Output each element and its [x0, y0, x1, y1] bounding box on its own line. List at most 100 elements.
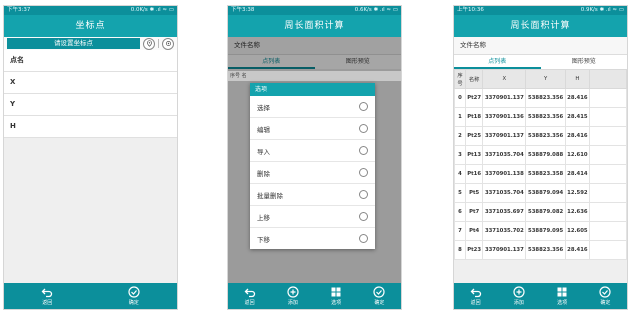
- table-cell: 538879.094: [525, 183, 566, 203]
- back-arrow-icon: [244, 288, 255, 298]
- back-arrow-icon: [41, 288, 53, 298]
- back-label: 返回: [470, 300, 481, 306]
- confirm-label: 确定: [600, 300, 611, 306]
- table-header: 序号 名: [228, 71, 401, 81]
- radio-icon[interactable]: [359, 102, 368, 111]
- h-field[interactable]: H: [4, 116, 177, 138]
- confirm-button[interactable]: 确定: [599, 286, 611, 306]
- check-circle-icon: [373, 286, 385, 298]
- tab-bar: 点列表 图形预览: [454, 55, 627, 69]
- option-move-down[interactable]: 下移: [250, 228, 375, 249]
- bottom-toolbar: 返回 确定: [4, 283, 177, 309]
- confirm-button[interactable]: 确定: [128, 286, 140, 306]
- table-cell: Pt27: [464, 88, 484, 108]
- check-circle-icon: [599, 286, 611, 298]
- phone-screen-coordinate-point: 下午3:37 0.0K/s ✱ .ıl ≈ ▭ 坐标点 请设置坐标点 点名 X …: [4, 6, 177, 309]
- x-field[interactable]: X: [4, 72, 177, 94]
- back-label: 返回: [42, 300, 53, 306]
- table-row[interactable]: 1 Pt18 3370901.136 538823.356 28.415: [454, 107, 627, 127]
- table-row[interactable]: 0 Pt27 3370901.137 538823.356 28.416: [454, 88, 627, 108]
- table-row[interactable]: 2 Pt25 3370901.137 538823.356 28.416: [454, 126, 627, 146]
- point-name-field[interactable]: 点名: [4, 50, 177, 72]
- table-cell: 2: [454, 126, 466, 146]
- status-time: 下午3:38: [231, 7, 255, 13]
- status-indicators: 0.6K/s ✱ .ıl ≈ ▭: [354, 7, 398, 13]
- add-button[interactable]: 添加: [513, 286, 525, 306]
- status-time: 下午3:37: [7, 7, 31, 13]
- add-button[interactable]: 添加: [287, 286, 299, 306]
- table-cell: 6: [454, 202, 466, 222]
- status-bar: 下午3:37 0.0K/s ✱ .ıl ≈ ▭: [4, 6, 177, 15]
- option-select[interactable]: 选择: [250, 96, 375, 118]
- table-cell-empty: [589, 240, 627, 260]
- table-cell: Pt5: [464, 183, 484, 203]
- set-point-button[interactable]: 请设置坐标点: [7, 38, 140, 49]
- table-cell: 8: [454, 240, 466, 260]
- table-cell: Pt18: [464, 107, 484, 127]
- table-cell: 12.636: [564, 202, 591, 222]
- option-delete[interactable]: 删除: [250, 162, 375, 184]
- location-pin-icon: [146, 40, 152, 47]
- set-point-bar: 请设置坐标点: [4, 37, 177, 50]
- table-cell-empty: [589, 88, 627, 108]
- column-header: X: [482, 69, 527, 89]
- location-pin-button[interactable]: [143, 37, 155, 50]
- confirm-button[interactable]: 确定: [373, 286, 385, 306]
- table-cell: 3370901.137: [482, 126, 527, 146]
- radio-icon[interactable]: [359, 212, 368, 221]
- radio-icon[interactable]: [359, 190, 368, 199]
- table-cell: 3370901.137: [482, 88, 527, 108]
- table-cell: Pt25: [464, 126, 484, 146]
- column-header: 序号: [454, 69, 466, 89]
- table-cell-empty: [589, 145, 627, 165]
- table-row[interactable]: 6 Pt7 3371035.697 538879.082 12.636: [454, 202, 627, 222]
- table-row[interactable]: 8 Pt23 3370901.137 538823.356 28.416: [454, 240, 627, 260]
- status-bar: 上午10:36 0.9K/s ✱ .ıl ≈ ▭: [454, 6, 627, 15]
- table-cell: 28.415: [564, 107, 591, 127]
- radio-icon[interactable]: [359, 146, 368, 155]
- options-label: 选项: [557, 300, 568, 306]
- tab-graphic-preview[interactable]: 图形预览: [541, 55, 628, 69]
- table-row[interactable]: 5 Pt5 3371035.704 538879.094 12.592: [454, 183, 627, 203]
- table-cell: Pt16: [464, 164, 484, 184]
- table-cell: 3371035.697: [482, 202, 527, 222]
- option-move-up[interactable]: 上移: [250, 206, 375, 228]
- option-import[interactable]: 导入: [250, 140, 375, 162]
- table-body: 0 Pt27 3370901.137 538823.356 28.416 1 Pt18 337…: [454, 88, 627, 260]
- radio-icon[interactable]: [359, 234, 368, 243]
- add-label: 添加: [287, 300, 298, 306]
- select-point-button[interactable]: [162, 37, 174, 50]
- option-label: 下移: [257, 235, 270, 244]
- add-label: 添加: [513, 300, 524, 306]
- confirm-label: 确定: [128, 300, 139, 306]
- option-batch-delete[interactable]: 批量删除: [250, 184, 375, 206]
- table-cell: 538823.356: [525, 107, 566, 127]
- option-edit[interactable]: 编辑: [250, 118, 375, 140]
- table-row[interactable]: 4 Pt16 3370901.138 538823.358 28.414: [454, 164, 627, 184]
- table-row[interactable]: 7 Pt4 3371035.702 538879.095 12.605: [454, 221, 627, 241]
- back-button[interactable]: 返回: [41, 286, 53, 306]
- table-cell: 3371035.704: [482, 145, 527, 165]
- option-label: 编辑: [257, 125, 270, 134]
- table-cell: 12.592: [564, 183, 591, 203]
- page-title: 周长面积计算: [228, 15, 401, 37]
- radio-icon[interactable]: [359, 168, 368, 177]
- options-button[interactable]: 选项: [330, 286, 342, 306]
- status-indicators: 0.0K/s ✱ .ıl ≈ ▭: [130, 7, 174, 13]
- phone-screen-point-table: 上午10:36 0.9K/s ✱ .ıl ≈ ▭ 周长面积计算 文件名称 点列表…: [454, 6, 627, 309]
- tab-point-list[interactable]: 点列表: [454, 55, 541, 69]
- option-label: 导入: [257, 147, 270, 156]
- options-button[interactable]: 选项: [556, 286, 568, 306]
- table-cell: Pt7: [464, 202, 484, 222]
- table-cell: 7: [454, 221, 466, 241]
- back-button[interactable]: 返回: [244, 286, 256, 306]
- back-button[interactable]: 返回: [470, 286, 482, 306]
- confirm-label: 确定: [374, 300, 385, 306]
- radio-icon[interactable]: [359, 124, 368, 133]
- file-name-field[interactable]: 文件名称: [454, 37, 627, 55]
- table-cell: 538879.082: [525, 202, 566, 222]
- table-cell: 28.416: [564, 240, 591, 260]
- y-field[interactable]: Y: [4, 94, 177, 116]
- table-row[interactable]: 3 Pt13 3371035.704 538879.088 12.610: [454, 145, 627, 165]
- option-label: 上移: [257, 213, 270, 222]
